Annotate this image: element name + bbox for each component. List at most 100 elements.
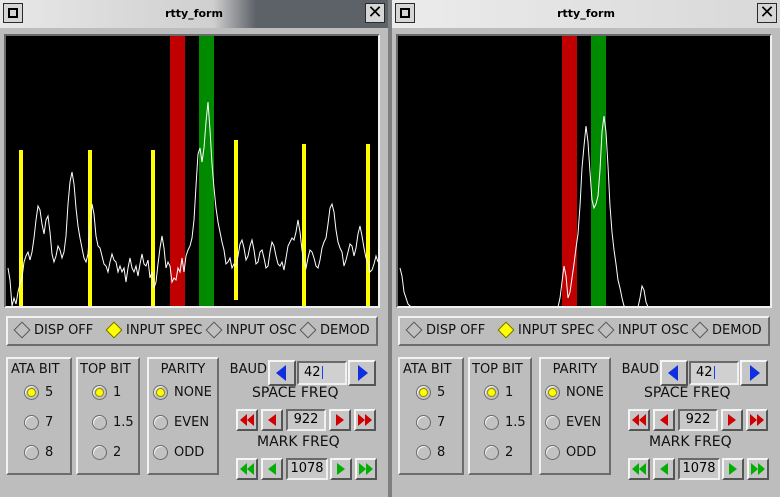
display-mode-selector: DISP OFF INPUT SPEC INPUT OSC DEMOD <box>398 316 770 346</box>
right-arrow-icon <box>729 463 737 475</box>
mark-freq-fast-up-button[interactable] <box>747 458 769 480</box>
baud-decrease-button[interactable] <box>660 360 688 386</box>
spectrum-trace <box>399 115 649 306</box>
radio-icon <box>484 415 499 430</box>
space-freq-down-button[interactable] <box>653 409 675 431</box>
mode-input-spec[interactable]: INPUT SPEC <box>494 321 594 341</box>
radio-selected-icon <box>92 385 107 400</box>
stop-bits-1[interactable]: 1 <box>484 385 513 403</box>
space-freq-label: SPACE FREQ <box>644 385 731 401</box>
window-title: rtty_form <box>557 7 615 20</box>
baud-increase-button[interactable] <box>348 360 376 386</box>
space-freq-fast-up-button[interactable] <box>746 409 768 431</box>
space-freq-down-button[interactable] <box>261 409 283 431</box>
double-right-arrow-icon <box>358 414 372 426</box>
data-bits-5[interactable]: 5 <box>24 385 53 403</box>
space-freq-fast-down-button[interactable] <box>628 409 650 431</box>
stop-bits-1-5[interactable]: 1.5 <box>484 415 526 433</box>
rtty-window-left: rtty_form ✕ DISP OFF INPUT SPEC INPUT OS… <box>0 0 388 497</box>
mark-freq-fast-up-button[interactable] <box>355 458 377 480</box>
double-left-arrow-icon <box>632 414 646 426</box>
parity-none[interactable]: NONE <box>153 385 212 403</box>
space-freq-fast-down-button[interactable] <box>236 409 258 431</box>
right-arrow-icon <box>358 365 368 381</box>
mark-freq-label: MARK FREQ <box>257 434 340 450</box>
mode-input-osc[interactable]: INPUT OSC <box>594 321 689 341</box>
space-freq-fast-up-button[interactable] <box>354 409 376 431</box>
mark-freq-up-button[interactable] <box>330 458 352 480</box>
data-bits-label: ATA BIT <box>11 362 60 377</box>
space-freq-up-button[interactable] <box>329 409 351 431</box>
close-button[interactable]: ✕ <box>365 3 385 23</box>
window-title: rtty_form <box>165 7 223 20</box>
data-bits-8[interactable]: 8 <box>416 445 445 463</box>
bit-marker <box>234 140 238 300</box>
mark-freq-fast-down-button[interactable] <box>628 458 650 480</box>
left-arrow-icon <box>268 463 276 475</box>
radio-diamond-icon <box>13 321 31 338</box>
mark-freq-up-button[interactable] <box>722 458 744 480</box>
double-left-arrow-icon <box>240 463 254 475</box>
baud-input[interactable]: 42 <box>297 361 347 385</box>
double-right-arrow-icon <box>751 463 765 475</box>
mark-freq-label: MARK FREQ <box>649 434 732 450</box>
close-icon: ✕ <box>759 2 775 23</box>
double-left-arrow-icon <box>632 463 646 475</box>
title-bar[interactable]: rtty_form ✕ <box>0 0 388 28</box>
data-bits-7[interactable]: 7 <box>416 415 445 433</box>
data-bits-7[interactable]: 7 <box>24 415 53 433</box>
radio-diamond-icon <box>299 321 317 338</box>
space-freq-up-button[interactable] <box>721 409 743 431</box>
data-bits-5[interactable]: 5 <box>416 385 445 403</box>
stop-bits-2[interactable]: 2 <box>484 445 513 463</box>
bit-marker <box>302 144 306 306</box>
mode-input-spec[interactable]: INPUT SPEC <box>102 321 202 341</box>
mode-demod[interactable]: DEMOD <box>688 321 762 341</box>
text-caret <box>321 366 323 379</box>
parity-odd[interactable]: ODD <box>153 445 204 463</box>
spectrum-display <box>4 34 380 308</box>
mode-disp-off[interactable]: DISP OFF <box>402 321 485 341</box>
left-arrow-icon <box>668 365 678 381</box>
data-bits-group: ATA BIT 5 7 8 <box>6 357 72 475</box>
close-icon: ✕ <box>367 2 383 23</box>
radio-selected-icon <box>153 385 168 400</box>
space-freq-value: 922 <box>678 409 718 431</box>
radio-diamond-selected-icon <box>105 321 123 338</box>
radio-diamond-selected-icon <box>497 321 515 338</box>
stop-bits-1-5[interactable]: 1.5 <box>92 415 134 433</box>
data-bits-label: ATA BIT <box>403 362 452 377</box>
mark-freq-fast-down-button[interactable] <box>236 458 258 480</box>
stop-bits-2[interactable]: 2 <box>92 445 121 463</box>
space-freq-label: SPACE FREQ <box>252 385 339 401</box>
left-arrow-icon <box>276 365 286 381</box>
text-caret <box>713 366 715 379</box>
baud-increase-button[interactable] <box>740 360 768 386</box>
parity-none[interactable]: NONE <box>545 385 604 403</box>
mark-freq-down-button[interactable] <box>261 458 283 480</box>
radio-icon <box>24 415 39 430</box>
parity-odd[interactable]: ODD <box>545 445 596 463</box>
close-button[interactable]: ✕ <box>757 3 777 23</box>
mark-freq-down-button[interactable] <box>653 458 675 480</box>
mode-demod[interactable]: DEMOD <box>296 321 370 341</box>
stop-bits-1[interactable]: 1 <box>92 385 121 403</box>
bit-marker <box>19 150 23 306</box>
baud-input[interactable]: 42 <box>689 361 739 385</box>
left-arrow-icon <box>268 414 276 426</box>
title-bar[interactable]: rtty_form ✕ <box>392 0 780 28</box>
parity-even[interactable]: EVEN <box>153 415 209 433</box>
space-freq-value: 922 <box>286 409 326 431</box>
mode-input-osc[interactable]: INPUT OSC <box>202 321 297 341</box>
parity-even[interactable]: EVEN <box>545 415 601 433</box>
left-arrow-icon <box>660 414 668 426</box>
data-bits-8[interactable]: 8 <box>24 445 53 463</box>
bit-markers <box>19 140 370 306</box>
mode-disp-off[interactable]: DISP OFF <box>10 321 93 341</box>
radio-icon <box>416 445 431 460</box>
radio-diamond-icon <box>205 321 223 338</box>
right-arrow-icon <box>750 365 760 381</box>
parity-group: PARITY NONE EVEN ODD <box>539 357 611 475</box>
baud-decrease-button[interactable] <box>268 360 296 386</box>
baud-label: BAUD <box>621 362 659 377</box>
